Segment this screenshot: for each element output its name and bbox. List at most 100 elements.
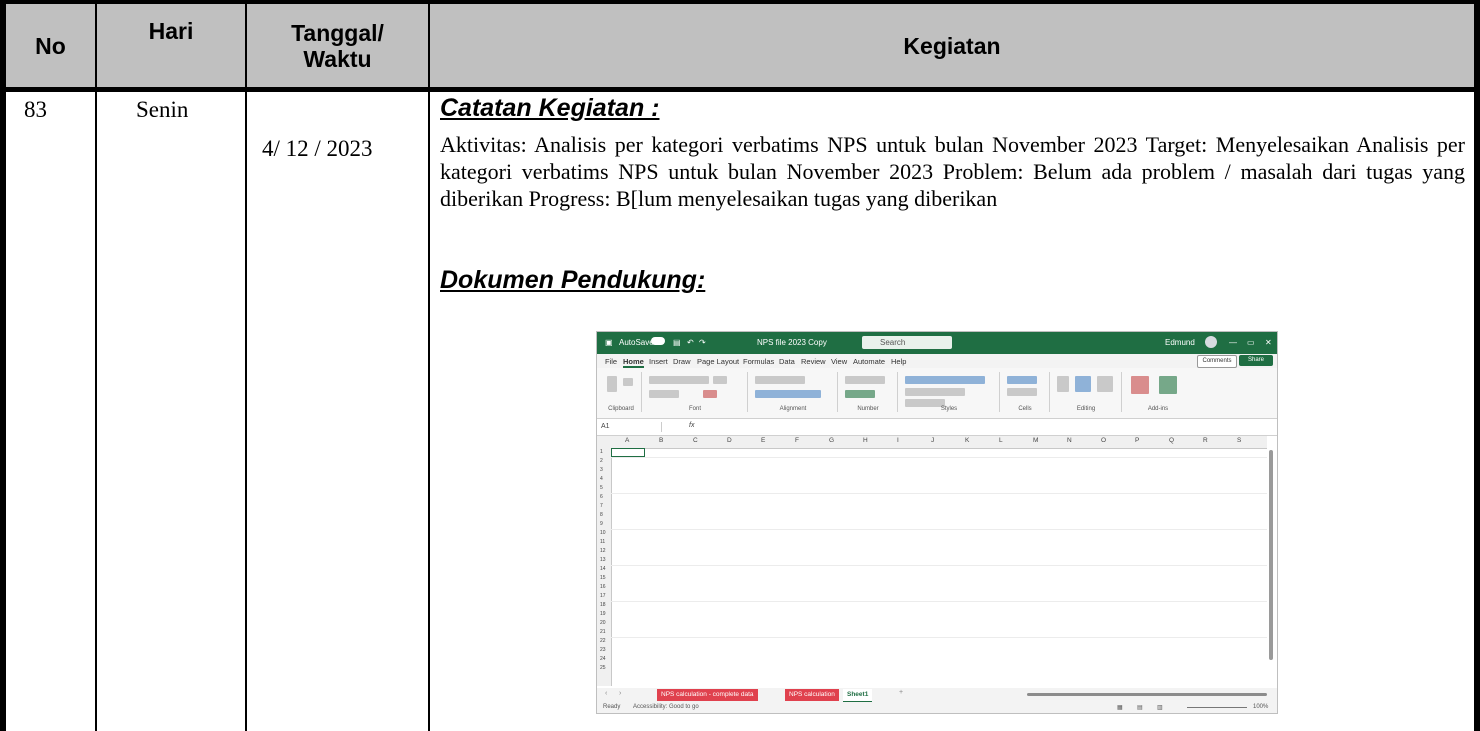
- col-m: M: [1033, 437, 1039, 444]
- font-name-box: [649, 376, 709, 384]
- header-tanggal: Tanggal/: [291, 19, 384, 46]
- maximize-icon: ▭: [1247, 338, 1255, 347]
- row-16: 16: [600, 584, 606, 590]
- menu-automate: Automate: [853, 357, 886, 366]
- dokumen-heading: Dokumen Pendukung:: [440, 266, 706, 294]
- menu-file: File: [605, 357, 618, 366]
- worksheet-grid: A B C D E F G H I J K L M N O P Q R S 1 …: [597, 436, 1277, 688]
- col-l: L: [999, 437, 1003, 444]
- menu-formulas: Formulas: [743, 357, 775, 366]
- ribbon-label-clipboard: Clipboard: [608, 406, 634, 412]
- excel-logo-icon: ▣: [605, 338, 613, 347]
- table-border-right: [1474, 0, 1480, 731]
- currency-icon: [845, 390, 875, 398]
- redo-icon: ↷: [699, 338, 706, 347]
- conditional-formatting-icon: [905, 376, 985, 384]
- sheet-tabs-bar: ‹ › NPS calculation - complete data NPS …: [597, 688, 1277, 703]
- row-14: 14: [600, 566, 606, 572]
- row-15: 15: [600, 575, 606, 581]
- col-b: B: [659, 437, 664, 444]
- grid-line: [611, 493, 1267, 494]
- ribbon-label-cells: Cells: [1018, 406, 1032, 412]
- header-hari: Hari: [148, 18, 194, 44]
- grid-line: [611, 529, 1267, 530]
- excel-title-bar: ▣ AutoSave ▤ ↶ ↷ NPS file 2023 Copy Sear…: [597, 332, 1277, 354]
- entry-no: 83: [24, 97, 47, 122]
- menu-help: Help: [891, 357, 907, 366]
- close-icon: ✕: [1265, 338, 1272, 347]
- grid-line: [611, 601, 1267, 602]
- minimize-icon: —: [1229, 338, 1237, 347]
- selected-cell: [611, 448, 645, 457]
- row-12: 12: [600, 548, 606, 554]
- col-c: C: [693, 437, 698, 444]
- avatar: [1205, 336, 1217, 348]
- normal-view-icon: ▦: [1117, 705, 1123, 711]
- col-s: S: [1237, 437, 1242, 444]
- grid-line: [611, 637, 1267, 638]
- comments-button: Comments: [1197, 355, 1237, 368]
- col-f: F: [795, 437, 799, 444]
- insert-cells-icon: [1007, 376, 1037, 384]
- row-19: 19: [600, 611, 606, 617]
- row-2: 2: [600, 458, 603, 464]
- page-break-view-icon: ▥: [1157, 705, 1163, 711]
- row-24: 24: [600, 656, 606, 662]
- font-size-box: [713, 376, 727, 384]
- entry-hari: Senin: [136, 97, 189, 122]
- row-18: 18: [600, 602, 606, 608]
- paste-icon: [607, 376, 617, 392]
- column-divider-no: [95, 4, 97, 731]
- excel-menu-bar: File Home Insert Draw Page Layout Formul…: [597, 354, 1277, 368]
- align-bottom-icon: [755, 390, 821, 398]
- find-select-icon: [1097, 376, 1113, 392]
- ribbon-group-styles: Styles: [899, 372, 1000, 412]
- col-e: E: [761, 437, 766, 444]
- row-21: 21: [600, 629, 606, 635]
- analyze-data-icon: [1159, 376, 1177, 394]
- addins-icon: [1131, 376, 1149, 394]
- row-3: 3: [600, 467, 603, 473]
- bold-italic-icon: [649, 390, 679, 398]
- ribbon-label-number: Number: [857, 406, 879, 412]
- ribbon-group-number: Number: [839, 372, 898, 412]
- zoom-level: 100%: [1253, 704, 1269, 710]
- align-top-icon: [755, 376, 805, 384]
- menu-home: Home: [623, 357, 644, 368]
- row-headers: 1 2 3 4 5 6 7 8 9 10 11 12 13 14 15 16 1…: [597, 448, 612, 686]
- add-sheet-icon: +: [899, 689, 904, 696]
- autosave-label: AutoSave: [619, 338, 654, 347]
- ribbon-label-editing: Editing: [1076, 406, 1096, 412]
- col-j: J: [931, 437, 935, 444]
- ribbon-group-editing: Editing: [1051, 372, 1122, 412]
- fx-icon: fx: [689, 422, 695, 429]
- column-divider-hari: [245, 4, 247, 731]
- col-d: D: [727, 437, 732, 444]
- delete-cells-icon: [1007, 388, 1037, 396]
- row-13: 13: [600, 557, 606, 563]
- undo-icon: ↶: [687, 338, 694, 347]
- menu-review: Review: [801, 357, 826, 366]
- column-headers: A B C D E F G H I J K L M N O P Q R S: [597, 436, 1267, 449]
- row-17: 17: [600, 593, 606, 599]
- font-color-icon: [703, 390, 717, 398]
- row-23: 23: [600, 647, 606, 653]
- page-layout-view-icon: ▤: [1137, 705, 1143, 711]
- header-waktu: Waktu: [303, 45, 372, 72]
- excel-search-box: Search: [862, 336, 952, 349]
- tab-nav-right-icon: ›: [619, 690, 622, 697]
- zoom-slider: [1187, 707, 1247, 708]
- tab-sheet1: Sheet1: [843, 689, 873, 703]
- cut-icon: [623, 378, 633, 386]
- menu-page-layout: Page Layout: [697, 357, 740, 366]
- excel-username: Edmund: [1165, 338, 1195, 347]
- catatan-heading: Catatan Kegiatan :: [440, 94, 660, 122]
- excel-screenshot: ▣ AutoSave ▤ ↶ ↷ NPS file 2023 Copy Sear…: [596, 331, 1278, 714]
- entry-tanggal: 4/ 12 / 2023: [262, 136, 373, 161]
- ribbon-label-addins: Add-ins: [1147, 406, 1169, 412]
- ribbon-group-clipboard: Clipboard: [601, 372, 642, 412]
- ribbon-label-font: Font: [688, 406, 701, 412]
- row-8: 8: [600, 512, 603, 518]
- row-10: 10: [600, 530, 606, 536]
- row-7: 7: [600, 503, 603, 509]
